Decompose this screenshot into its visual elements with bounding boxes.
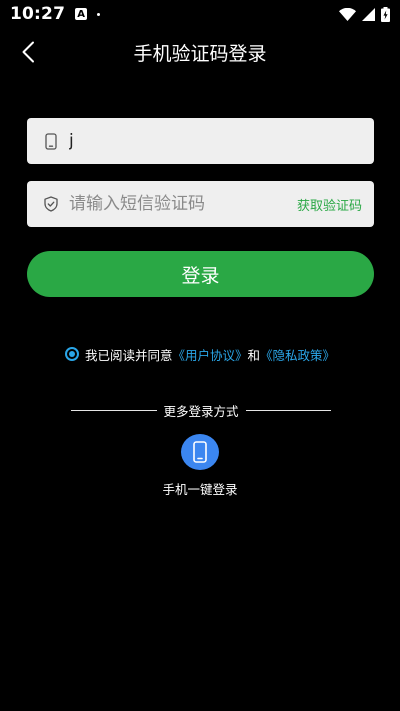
agreement-radio[interactable] — [64, 347, 79, 361]
dot-icon — [97, 12, 101, 16]
battery-charging-icon — [381, 6, 390, 22]
phone-icon — [43, 132, 59, 150]
phone-input[interactable] — [69, 118, 362, 164]
verification-code-field: 获取验证码 — [27, 181, 374, 227]
status-time: 10:27 — [10, 4, 66, 24]
radio-checked-dot — [68, 351, 75, 357]
user-agreement-link[interactable]: 《用户协议》 — [172, 345, 247, 364]
one-click-login-label: 手机一键登录 — [162, 482, 238, 497]
login-button[interactable]: 登录 — [27, 251, 374, 297]
get-code-button[interactable]: 获取验证码 — [297, 195, 362, 214]
page-title: 手机验证码登录 — [133, 42, 267, 65]
more-login-title: 更多登录方式 — [163, 403, 239, 419]
agreement-row: 我已阅读并同意 《用户协议》 和 《隐私政策》 — [0, 344, 400, 364]
wifi-icon — [339, 7, 356, 21]
status-bar: 10:27 A — [0, 0, 400, 28]
divider-line-right — [245, 409, 332, 411]
more-login-divider: 更多登录方式 — [71, 400, 332, 420]
header: 手机验证码登录 — [0, 34, 400, 70]
notification-icon: A — [75, 8, 88, 20]
shield-icon — [43, 195, 59, 213]
back-arrow-icon — [22, 41, 34, 63]
agreement-prefix: 我已阅读并同意 — [84, 347, 173, 363]
back-button[interactable] — [14, 38, 42, 66]
agreement-conjunction: 和 — [247, 347, 261, 363]
phone-field — [27, 118, 374, 164]
divider-line-left — [71, 409, 157, 411]
mobile-phone-icon — [181, 434, 219, 470]
privacy-policy-link[interactable]: 《隐私政策》 — [260, 345, 335, 364]
one-click-login-button[interactable]: 手机一键登录 — [150, 434, 250, 498]
signal-icon — [362, 7, 375, 21]
status-left: 10:27 A — [10, 4, 101, 24]
verification-code-input[interactable] — [69, 181, 289, 227]
status-right — [339, 6, 390, 22]
